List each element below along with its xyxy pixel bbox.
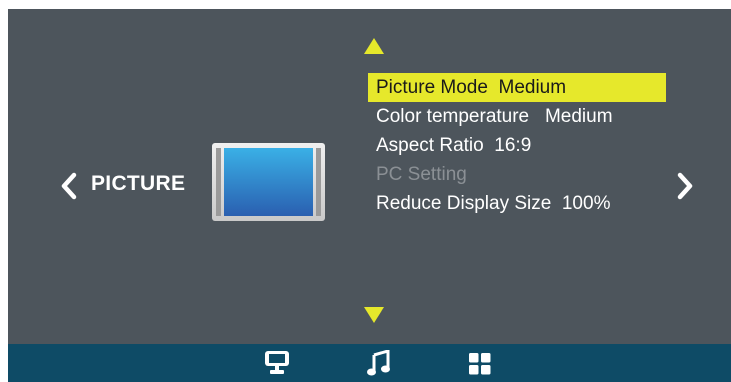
chevron-right-icon[interactable] <box>676 172 694 200</box>
menu-item-picture-mode[interactable]: Picture Mode Medium <box>368 73 666 102</box>
monitor-icon <box>212 143 325 221</box>
picture-tab-icon[interactable] <box>265 350 289 376</box>
grid-icon[interactable] <box>469 350 491 376</box>
picture-settings-list: Picture Mode Medium Color temperature Me… <box>368 73 668 218</box>
menu-item-pc-setting: PC Setting <box>376 164 467 185</box>
menu-item-color-temperature[interactable]: Color temperature Medium <box>368 102 668 131</box>
music-note-icon[interactable] <box>367 350 391 376</box>
menu-item-aspect-ratio[interactable]: Aspect Ratio 16:9 <box>368 131 668 160</box>
triangle-up-icon[interactable] <box>364 38 384 54</box>
bottom-tab-bar <box>8 344 731 382</box>
osd-menu-panel: PICTURE Picture Mode Medium Color temper… <box>8 9 731 382</box>
triangle-down-icon[interactable] <box>364 307 384 323</box>
menu-item-reduce-display-size[interactable]: Reduce Display Size 100% <box>368 189 668 218</box>
category-title: PICTURE <box>91 172 186 195</box>
chevron-left-icon[interactable] <box>60 172 78 200</box>
